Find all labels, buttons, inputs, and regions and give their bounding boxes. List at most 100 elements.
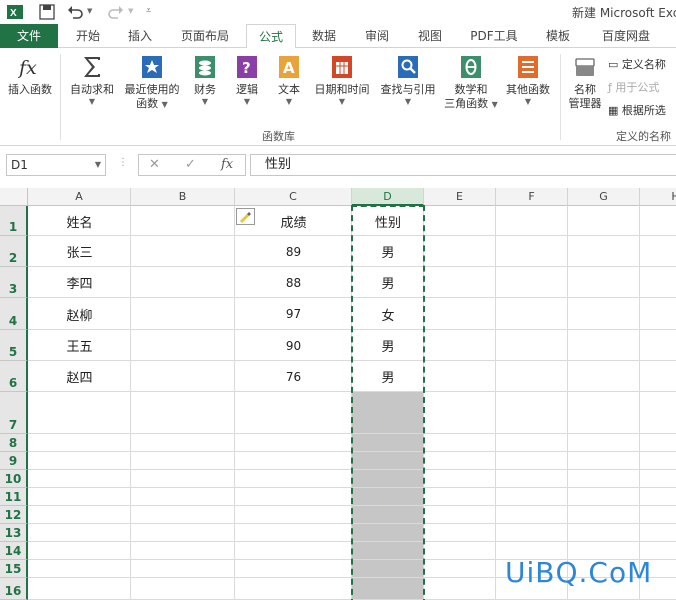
more-functions-button[interactable]: 其他函数 ▼	[502, 54, 554, 107]
redo-dropdown-icon[interactable]: ▼	[128, 7, 133, 15]
financial-dropdown-icon[interactable]: ▼	[188, 97, 222, 107]
row-header-6[interactable]: 6	[0, 361, 28, 392]
row-header-8[interactable]: 8	[0, 434, 28, 452]
tab-formulas[interactable]: 公式	[246, 24, 296, 49]
redo-icon[interactable]	[107, 3, 125, 21]
name-manager-label-2: 管理器	[568, 97, 602, 110]
insert-function-button[interactable]: fx 插入函数	[4, 54, 56, 97]
cell-a6[interactable]: 赵四	[28, 361, 131, 392]
column-header-d[interactable]: D	[352, 188, 424, 206]
row-header-14[interactable]: 14	[0, 542, 28, 560]
row-header-7[interactable]: 7	[0, 392, 28, 434]
tab-templates[interactable]: 模板	[534, 24, 582, 48]
cell-c3[interactable]: 88	[235, 267, 352, 298]
brush-icon	[240, 212, 251, 223]
formula-input[interactable]: 性别	[250, 154, 676, 176]
cell-c4[interactable]: 97	[235, 298, 352, 330]
formula-bar-grip-icon: ⋮	[118, 157, 128, 168]
paste-options-icon[interactable]	[236, 208, 255, 225]
text-dropdown-icon[interactable]: ▼	[272, 97, 306, 107]
financial-button[interactable]: 财务 ▼	[188, 54, 222, 107]
datetime-button[interactable]: 日期和时间 ▼	[310, 54, 374, 107]
row-header-3[interactable]: 3	[0, 267, 28, 298]
svg-text:A: A	[283, 59, 295, 77]
row-header-1[interactable]: 1	[0, 206, 28, 236]
enter-icon[interactable]: ✓	[185, 157, 196, 172]
row-header-5[interactable]: 5	[0, 330, 28, 361]
lookup-dropdown-icon[interactable]: ▼	[376, 97, 440, 107]
name-box[interactable]: D1 ▼	[6, 154, 106, 176]
tab-file[interactable]: 文件	[0, 24, 58, 48]
recent-functions-button[interactable]: 最近使用的 函数 ▼	[120, 54, 184, 112]
cell-a5[interactable]: 王五	[28, 330, 131, 361]
grid-icon: ▦	[608, 104, 619, 117]
create-from-selection-button[interactable]: ▦ 根据所选	[608, 102, 666, 118]
excel-logo-icon: X	[7, 5, 23, 19]
row-header-15[interactable]: 15	[0, 560, 28, 578]
row-header-11[interactable]: 11	[0, 488, 28, 506]
row-header-2[interactable]: 2	[0, 236, 28, 267]
cell-a2[interactable]: 张三	[28, 236, 131, 267]
column-header-c[interactable]: C	[235, 188, 352, 206]
column-header-h[interactable]: H	[640, 188, 676, 206]
sigma-icon	[84, 57, 100, 77]
row-header-16[interactable]: 16	[0, 578, 28, 600]
cell-a4[interactable]: 赵柳	[28, 298, 131, 330]
lookup-label: 查找与引用	[380, 83, 436, 96]
undo-icon[interactable]	[66, 3, 84, 21]
tab-home[interactable]: 开始	[66, 24, 110, 48]
insert-function-fx-icon[interactable]: fx	[221, 157, 233, 172]
text-button[interactable]: A 文本 ▼	[272, 54, 306, 107]
recent-dropdown-icon[interactable]: ▼	[162, 100, 168, 109]
undo-dropdown-icon[interactable]: ▼	[87, 7, 92, 15]
row-header-4[interactable]: 4	[0, 298, 28, 330]
name-box-dropdown-icon[interactable]: ▼	[95, 155, 101, 175]
column-header-g[interactable]: G	[568, 188, 640, 206]
select-all-corner[interactable]	[0, 188, 28, 206]
group-label-defined-names: 定义的名称	[616, 130, 671, 143]
customize-toolbar-icon[interactable]: ⩡	[146, 6, 151, 16]
column-header-a[interactable]: A	[28, 188, 131, 206]
tab-page-layout[interactable]: 页面布局	[172, 24, 238, 48]
cell-c5[interactable]: 90	[235, 330, 352, 361]
column-header-e[interactable]: E	[424, 188, 496, 206]
use-in-formula-label: 用于公式	[615, 81, 660, 94]
tab-pdf-tools[interactable]: PDF工具	[462, 24, 526, 48]
tab-data[interactable]: 数据	[302, 24, 346, 48]
lookup-button[interactable]: 查找与引用 ▼	[376, 54, 440, 107]
row-header-13[interactable]: 13	[0, 524, 28, 542]
cancel-icon[interactable]: ✕	[149, 157, 160, 172]
worksheet-grid: ABCDEFGH 1 2 3 4 5 6 7 8 9 10 11 12 13 14 15 16 姓名 成绩 性别张…	[0, 188, 676, 600]
name-manager-button[interactable]: 名称 管理器	[564, 54, 606, 111]
define-name-button[interactable]: ▭ 定义名称	[608, 56, 666, 72]
tab-insert[interactable]: 插入	[118, 24, 162, 48]
title-bar: X ▼ ▼ ⩡ 新建 Microsoft Exc	[0, 0, 676, 24]
cell-c2[interactable]: 89	[235, 236, 352, 267]
row-header-9[interactable]: 9	[0, 452, 28, 470]
use-in-formula-button[interactable]: ƒ 用于公式	[608, 79, 659, 95]
magnifier-book-icon	[398, 56, 418, 78]
cell-a3[interactable]: 李四	[28, 267, 131, 298]
cell-c6[interactable]: 76	[235, 361, 352, 392]
logical-dropdown-icon[interactable]: ▼	[230, 97, 264, 107]
tab-review[interactable]: 审阅	[355, 24, 399, 48]
svg-text:X: X	[10, 8, 17, 19]
row-header-12[interactable]: 12	[0, 506, 28, 524]
autosum-button[interactable]: 自动求和 ▼	[64, 54, 120, 107]
autosum-dropdown-icon[interactable]: ▼	[64, 97, 120, 107]
math-trig-button[interactable]: 数学和 三角函数 ▼	[440, 54, 502, 112]
column-header-b[interactable]: B	[131, 188, 235, 206]
datetime-dropdown-icon[interactable]: ▼	[310, 97, 374, 107]
logical-button[interactable]: ? 逻辑 ▼	[230, 54, 264, 107]
math-dropdown-icon[interactable]: ▼	[492, 100, 498, 109]
name-manager-label-1: 名称	[574, 83, 596, 96]
row-header-10[interactable]: 10	[0, 470, 28, 488]
tab-baidu-netdisk[interactable]: 百度网盘	[590, 24, 662, 48]
text-book-icon: A	[279, 56, 299, 78]
save-icon[interactable]	[38, 3, 56, 21]
cell-a1[interactable]: 姓名	[28, 206, 131, 236]
more-functions-dropdown-icon[interactable]: ▼	[502, 97, 554, 107]
tab-view[interactable]: 视图	[408, 24, 452, 48]
column-header-f[interactable]: F	[496, 188, 568, 206]
theta-book-icon	[461, 56, 481, 78]
